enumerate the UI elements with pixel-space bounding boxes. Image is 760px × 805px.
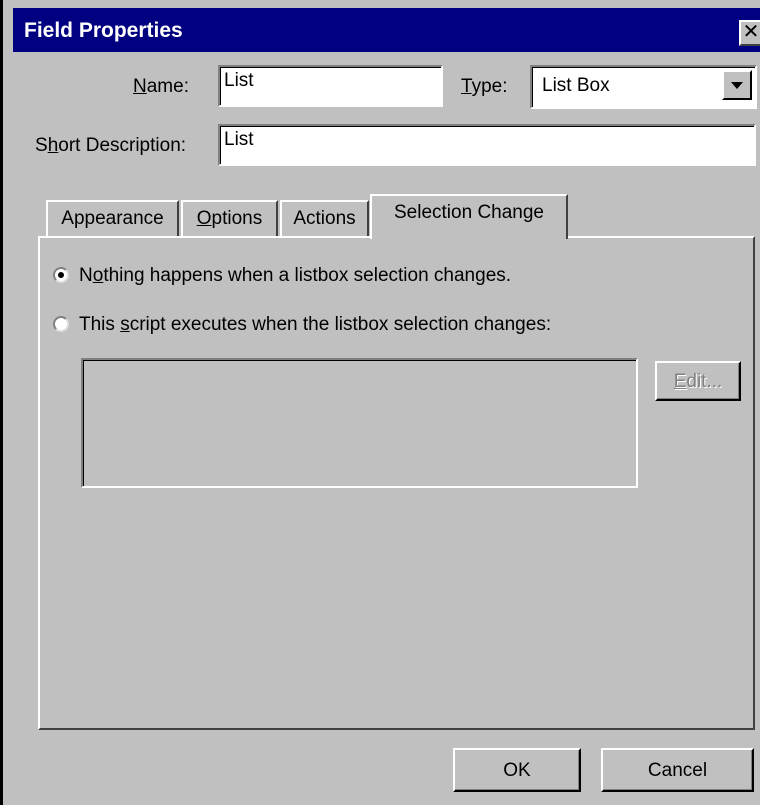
option1-rest: thing happens when a listbox selection c…	[103, 265, 512, 286]
edit-script-button[interactable]: Edit...	[655, 361, 741, 401]
tab-options-label: Options	[197, 208, 262, 229]
title-bar[interactable]: Field Properties ✕	[13, 8, 760, 52]
cancel-button[interactable]: Cancel	[601, 748, 754, 792]
type-label-rest: ype:	[471, 76, 508, 97]
script-preview-box	[81, 358, 638, 488]
edit-accel: E	[673, 371, 687, 392]
radio-selected-indicator	[58, 272, 64, 278]
tab-actions[interactable]: Actions	[280, 200, 369, 237]
tab-appearance[interactable]: Appearance	[46, 200, 179, 237]
script-executes-radio[interactable]	[53, 316, 69, 332]
name-label-rest: ame:	[146, 76, 189, 97]
close-icon: ✕	[742, 21, 760, 43]
option2-accel: s	[120, 314, 130, 335]
option1-prefix: N	[79, 265, 93, 286]
nothing-happens-label[interactable]: Nothing happens when a listbox selection…	[79, 265, 511, 287]
tab-options-rest: ptions	[211, 208, 263, 229]
desc-label-accel: h	[47, 135, 59, 156]
tab-selection-change-label: Selection Change	[394, 202, 544, 223]
field-properties-dialog: Field Properties ✕ Name: List Type: List…	[0, 0, 760, 805]
name-input-value: List	[224, 70, 254, 91]
tab-actions-label: Actions	[293, 208, 356, 229]
option2-prefix: This	[79, 314, 121, 335]
desc-label-rest: ort Description:	[58, 135, 187, 156]
cancel-button-label: Cancel	[647, 760, 708, 781]
name-input[interactable]: List	[218, 65, 443, 107]
desc-label-prefix: S	[35, 135, 48, 156]
nothing-happens-radio[interactable]	[53, 267, 69, 283]
type-select-value: List Box	[542, 75, 610, 96]
tab-options[interactable]: Options	[181, 200, 278, 237]
type-select[interactable]: List Box	[530, 65, 757, 109]
ok-button[interactable]: OK	[453, 748, 581, 792]
ok-button-label: OK	[503, 760, 531, 781]
edit-rest: dit...	[686, 371, 723, 392]
name-label: Name:	[133, 76, 189, 98]
tab-appearance-label: Appearance	[61, 208, 164, 229]
tab-options-accel: O	[196, 208, 212, 229]
option2-rest: cript executes when the listbox selectio…	[129, 314, 552, 335]
close-button[interactable]: ✕	[739, 20, 760, 46]
type-label-accel: T	[461, 76, 472, 97]
type-label: Type:	[461, 76, 507, 98]
script-executes-label[interactable]: This script executes when the listbox se…	[79, 314, 551, 336]
option1-accel: o	[92, 265, 104, 286]
short-description-label: Short Description:	[35, 135, 186, 157]
chevron-down-icon[interactable]	[722, 70, 752, 100]
name-label-accel: N	[133, 76, 147, 97]
tab-selection-change[interactable]: Selection Change	[370, 194, 568, 239]
short-description-input[interactable]: List	[218, 124, 756, 166]
dialog-title: Field Properties	[24, 19, 183, 42]
short-description-value: List	[224, 129, 254, 150]
